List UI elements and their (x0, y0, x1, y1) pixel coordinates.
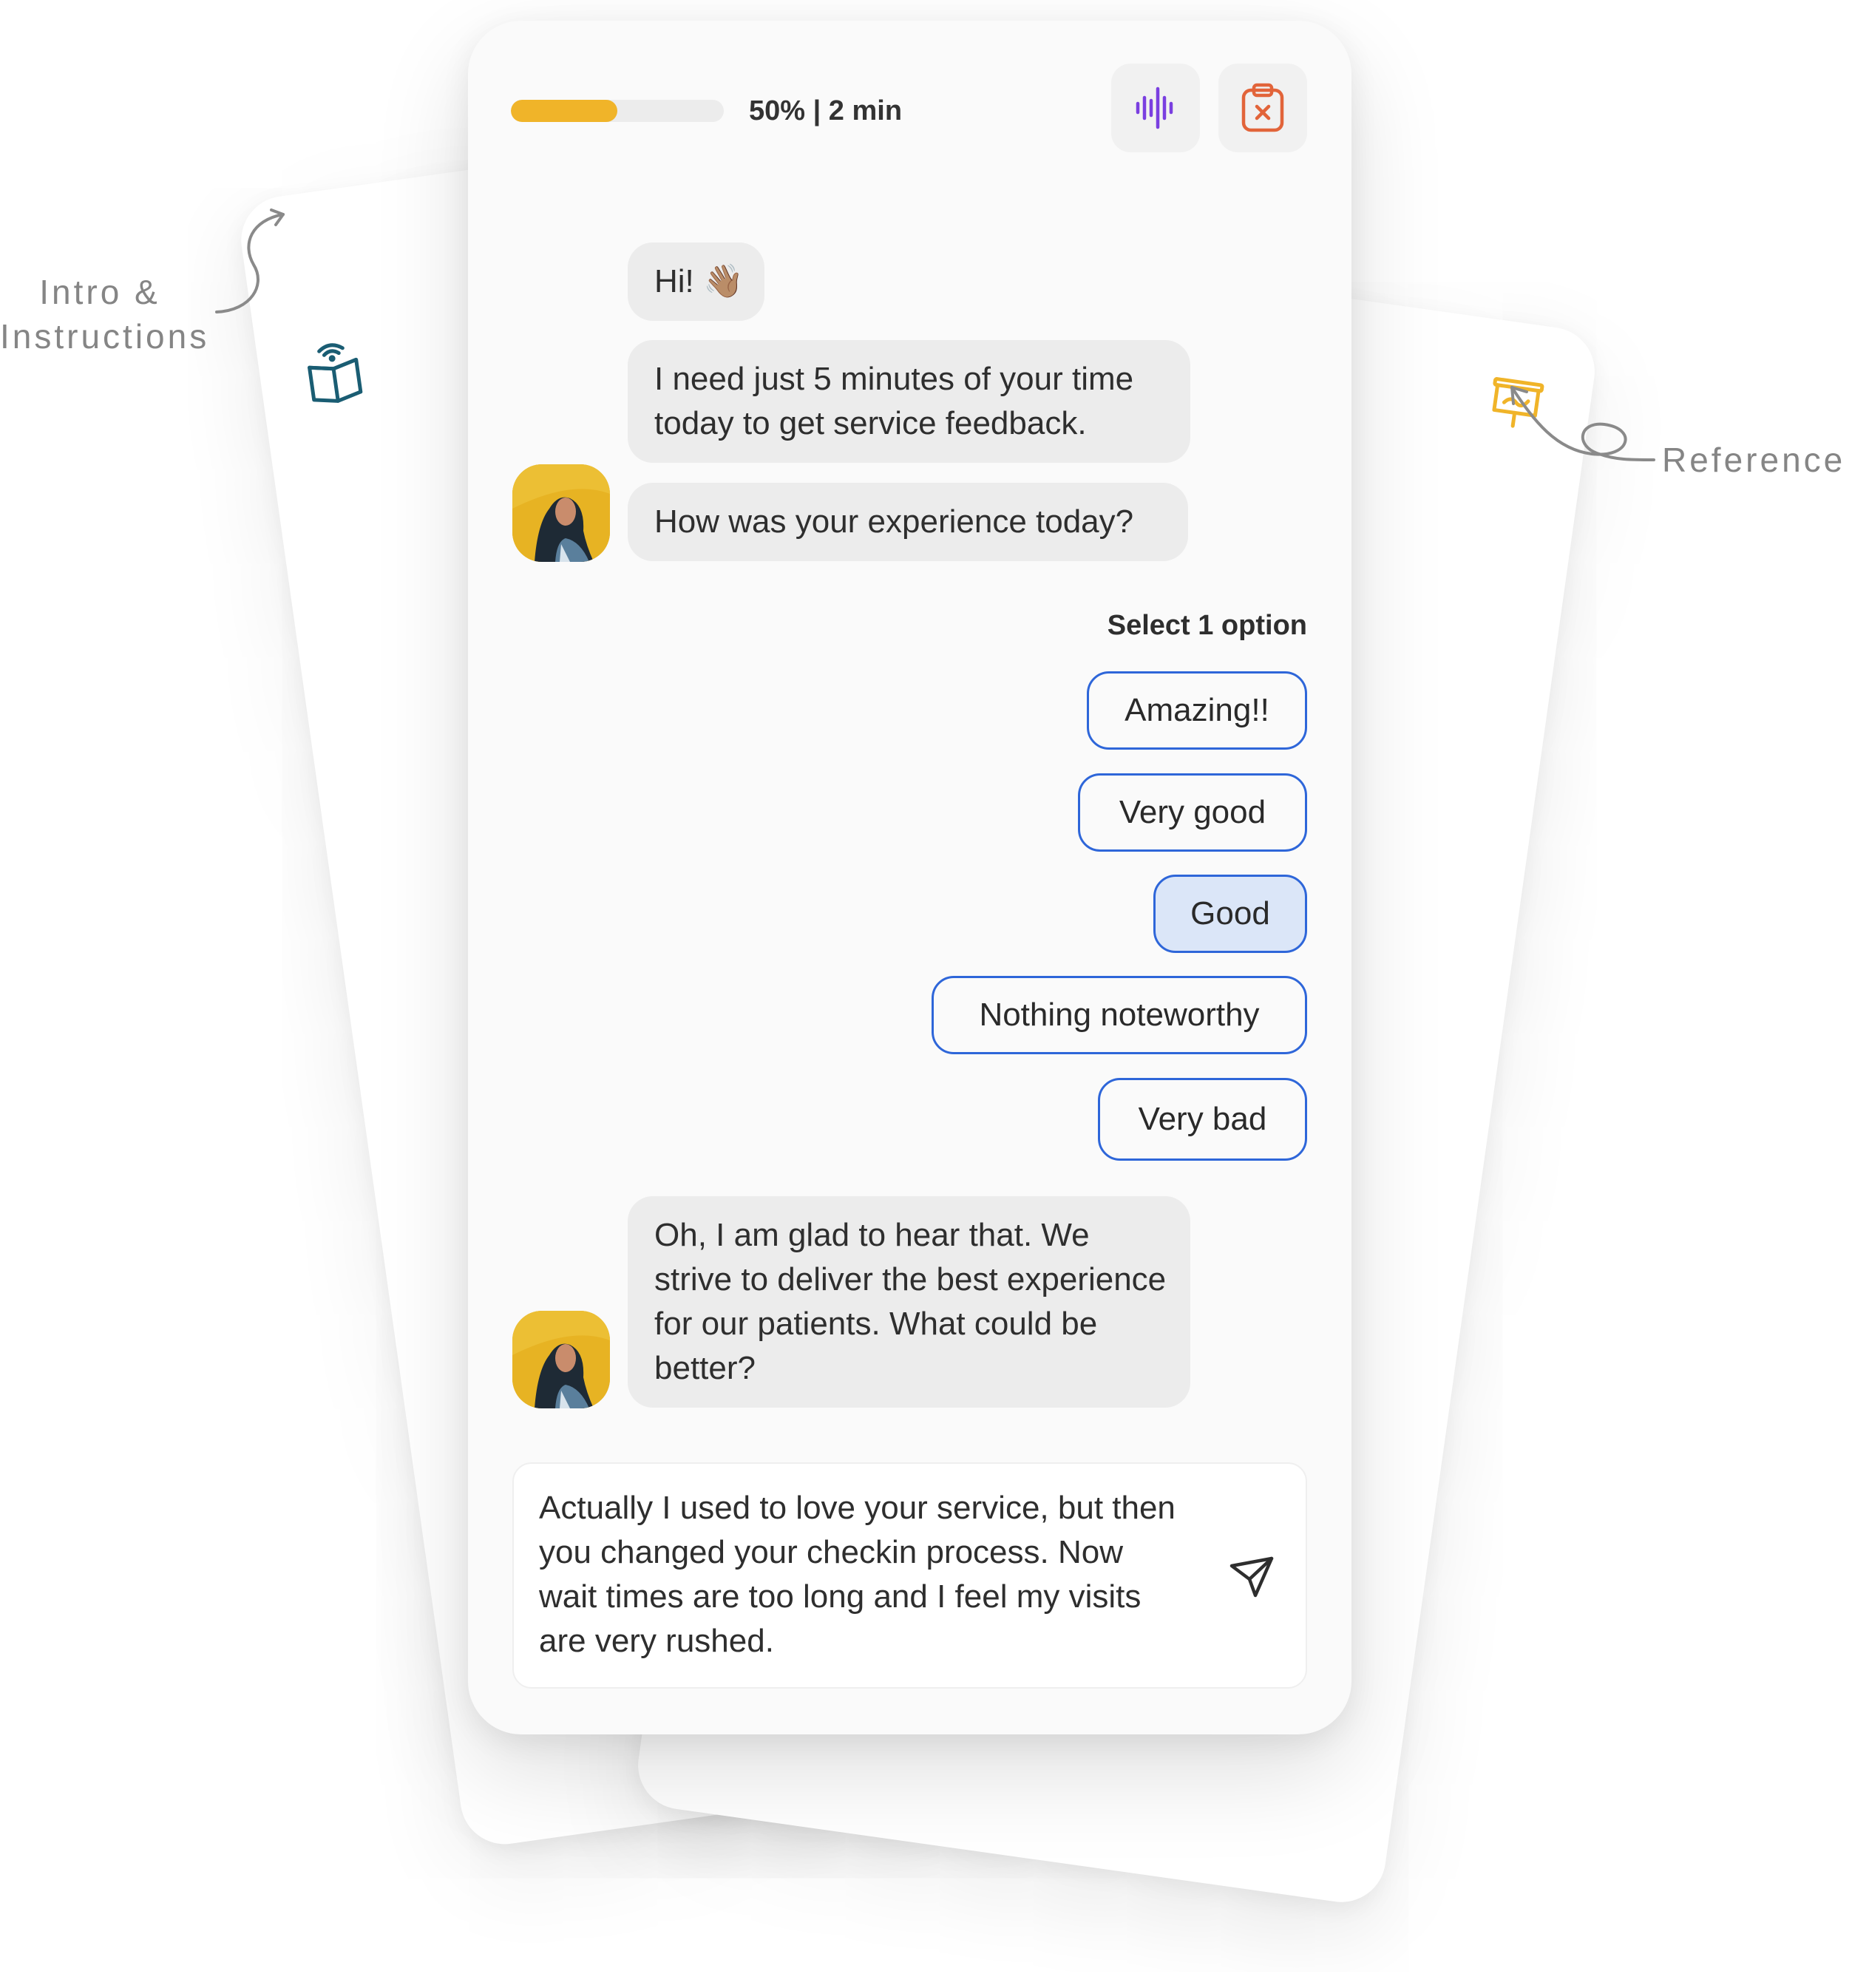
select-hint: Select 1 option (1107, 610, 1307, 641)
intro-arrow-icon (215, 208, 285, 313)
message-input[interactable]: Actually I used to love your service, bu… (512, 1462, 1307, 1689)
sound-wave-icon (1136, 86, 1173, 129)
progress-label: 50% | 2 min (749, 95, 903, 126)
chat-survey-card: 50% | 2 min Hi! 👋🏽 I need just 5 minutes… (468, 21, 1351, 1734)
reference-arrow-icon (1510, 386, 1655, 461)
chat-bubble-greeting: Hi! 👋🏽 (628, 242, 764, 321)
canvas: Intro & Instructions Reference 50% | 2 m… (0, 0, 1852, 1988)
open-book-icon (302, 338, 370, 411)
progress-fill (511, 100, 617, 122)
intro-annotation-line2: Instructions (0, 317, 210, 356)
option-amazing[interactable]: Amazing!! (1087, 671, 1307, 750)
progress-bar (511, 100, 724, 122)
send-button[interactable] (1226, 1553, 1278, 1604)
chat-bubble-intro: I need just 5 minutes of your time today… (628, 340, 1190, 463)
option-good[interactable]: Good (1153, 875, 1307, 953)
chat-bubble-followup: Oh, I am glad to hear that. We strive to… (628, 1196, 1190, 1408)
option-very-bad[interactable]: Very bad (1098, 1078, 1307, 1161)
reference-annotation: Reference (1662, 441, 1846, 479)
intro-annotation-line1: Intro & (39, 273, 160, 311)
agent-avatar (512, 1311, 610, 1408)
message-input-text[interactable]: Actually I used to love your service, bu… (539, 1486, 1190, 1663)
send-icon (1229, 1556, 1274, 1598)
option-nothing-noteworthy[interactable]: Nothing noteworthy (932, 976, 1307, 1054)
agent-avatar (512, 464, 610, 562)
chat-bubble-question: How was your experience today? (628, 483, 1188, 561)
intro-annotation: Intro & Instructions (0, 270, 210, 359)
option-very-good[interactable]: Very good (1078, 773, 1307, 852)
voice-mode-button[interactable] (1111, 64, 1200, 152)
clipboard-x-icon (1241, 83, 1284, 132)
exit-survey-button[interactable] (1218, 64, 1307, 152)
